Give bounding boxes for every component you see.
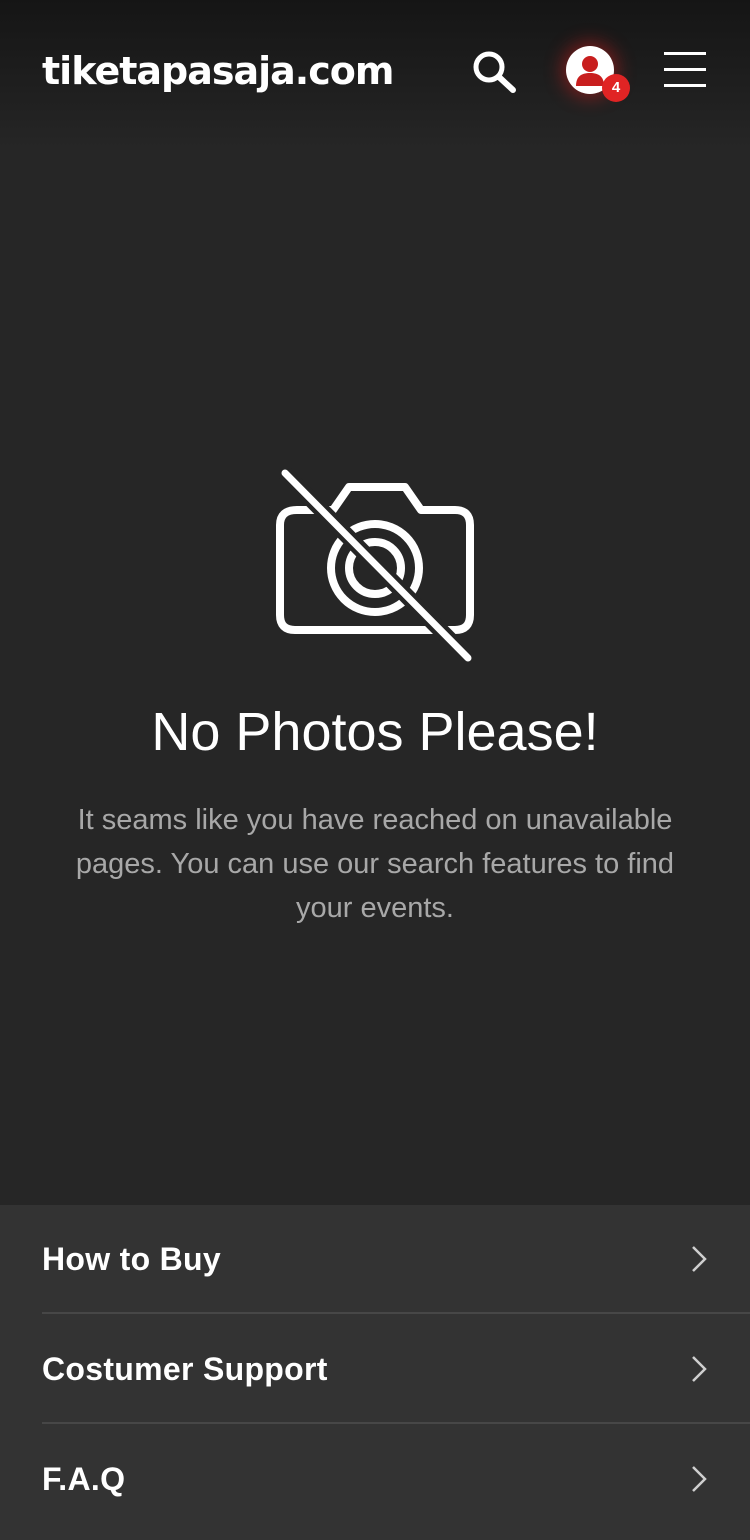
menu-button[interactable] bbox=[664, 50, 708, 90]
menu-bar bbox=[664, 68, 706, 71]
footer-link-label: F.A.Q bbox=[42, 1461, 126, 1497]
footer-link-label: Costumer Support bbox=[42, 1351, 328, 1387]
footer-link-label: How to Buy bbox=[42, 1241, 221, 1277]
chevron-right-icon bbox=[692, 1356, 707, 1382]
menu-bar bbox=[664, 84, 706, 87]
search-icon bbox=[473, 51, 516, 93]
empty-state-title: No Photos Please! bbox=[151, 702, 599, 762]
empty-state-description: It seams like you have reached on unavai… bbox=[75, 804, 675, 924]
chevron-right-icon bbox=[692, 1246, 707, 1272]
chevron-right-icon bbox=[692, 1466, 707, 1492]
footer-link-how-to-buy[interactable]: How to Buy bbox=[42, 1205, 708, 1315]
top-header: tiketapasaja.com 4 bbox=[0, 0, 750, 150]
notification-badge: 4 bbox=[602, 74, 630, 102]
divider bbox=[42, 1422, 750, 1424]
site-logo[interactable]: tiketapasaja.com bbox=[42, 46, 394, 96]
footer-link-faq[interactable]: F.A.Q bbox=[42, 1425, 708, 1535]
divider bbox=[42, 1312, 750, 1314]
no-camera-icon bbox=[276, 467, 474, 664]
menu-bar bbox=[664, 52, 706, 55]
footer-link-customer-support[interactable]: Costumer Support bbox=[42, 1315, 708, 1425]
search-button[interactable] bbox=[470, 48, 518, 96]
